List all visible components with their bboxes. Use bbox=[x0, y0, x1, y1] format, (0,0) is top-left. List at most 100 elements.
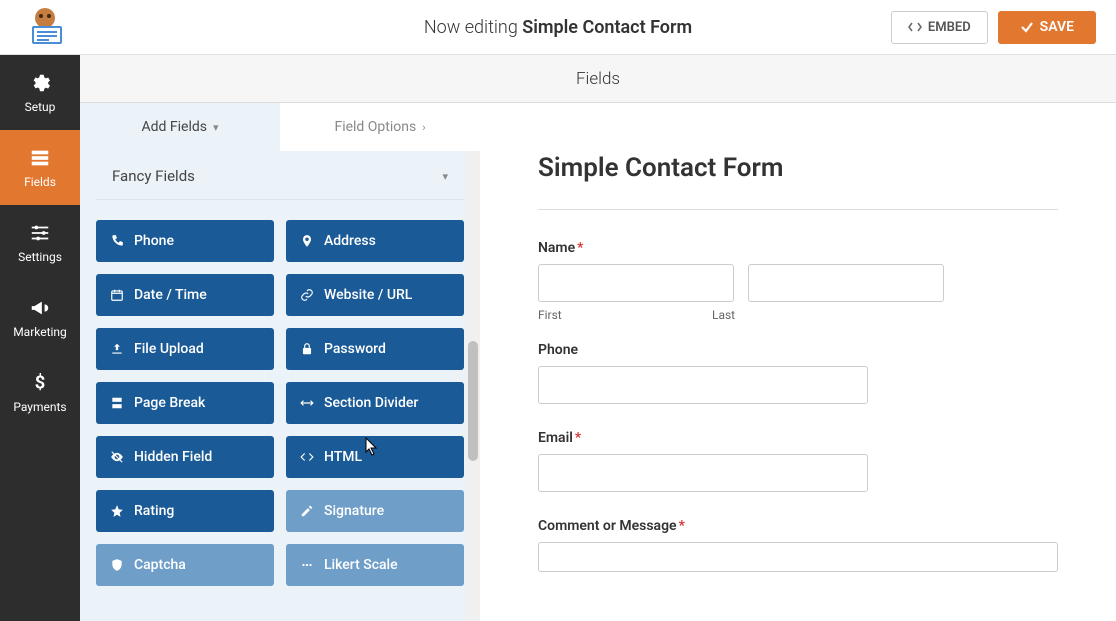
form-icon bbox=[29, 147, 51, 169]
section-fancy-fields[interactable]: Fancy Fields ▾ bbox=[96, 151, 464, 200]
topbar: Now editing Simple Contact Form EMBED SA… bbox=[0, 0, 1116, 55]
bullhorn-icon bbox=[29, 297, 51, 319]
sidebar-item-label: Settings bbox=[18, 250, 62, 264]
field-button-label: Page Break bbox=[134, 395, 205, 411]
code-icon bbox=[300, 450, 314, 464]
sidebar-item-label: Payments bbox=[13, 400, 66, 414]
name-sublabels: First Last bbox=[538, 308, 1058, 322]
preview-wrap: Simple Contact Form Name* First Last Pho… bbox=[480, 103, 1116, 621]
pagebreak-icon bbox=[110, 396, 124, 410]
label-name: Name* bbox=[538, 240, 1058, 256]
lock-icon bbox=[300, 342, 314, 356]
shield-icon bbox=[110, 558, 124, 572]
sidebar-item-setup[interactable]: Setup bbox=[0, 55, 80, 130]
field-button-hidden-field[interactable]: Hidden Field bbox=[96, 436, 274, 478]
field-button-website-url[interactable]: Website / URL bbox=[286, 274, 464, 316]
svg-text:$: $ bbox=[35, 372, 46, 393]
field-button-label: Captcha bbox=[134, 557, 186, 573]
form-preview: Simple Contact Form Name* First Last Pho… bbox=[480, 103, 1116, 621]
sidebar: Setup Fields Settings Marketing $ Paymen… bbox=[0, 55, 80, 621]
sidebar-item-label: Fields bbox=[24, 175, 56, 189]
upload-icon bbox=[110, 342, 124, 356]
chevron-down-icon: ▾ bbox=[213, 121, 219, 134]
field-button-label: Hidden Field bbox=[134, 449, 212, 465]
field-button-captcha[interactable]: Captcha bbox=[96, 544, 274, 586]
field-button-html[interactable]: HTML bbox=[286, 436, 464, 478]
calendar-icon bbox=[110, 288, 124, 302]
field-button-file-upload[interactable]: File Upload bbox=[96, 328, 274, 370]
content: Setup Fields Settings Marketing $ Paymen… bbox=[0, 55, 1116, 621]
topbar-title: Now editing Simple Contact Form bbox=[424, 17, 692, 38]
sidebar-item-fields[interactable]: Fields bbox=[0, 130, 80, 205]
sidebar-item-payments[interactable]: $ Payments bbox=[0, 355, 80, 430]
field-button-phone[interactable]: Phone bbox=[96, 220, 274, 262]
dollar-icon: $ bbox=[29, 372, 51, 394]
field-button-date-time[interactable]: Date / Time bbox=[96, 274, 274, 316]
field-button-likert-scale[interactable]: Likert Scale bbox=[286, 544, 464, 586]
field-button-label: Section Divider bbox=[324, 395, 418, 411]
tab-field-options[interactable]: Field Options › bbox=[280, 103, 480, 151]
wpforms-logo-icon bbox=[24, 6, 66, 48]
field-button-label: Likert Scale bbox=[324, 557, 398, 573]
first-name-input[interactable] bbox=[538, 264, 734, 302]
field-button-password[interactable]: Password bbox=[286, 328, 464, 370]
field-button-rating[interactable]: Rating bbox=[96, 490, 274, 532]
field-button-label: Rating bbox=[134, 503, 174, 519]
section-label: Fancy Fields bbox=[112, 167, 195, 185]
eyeoff-icon bbox=[110, 450, 124, 464]
last-sublabel: Last bbox=[712, 308, 735, 322]
email-input[interactable] bbox=[538, 454, 868, 492]
app-logo bbox=[0, 6, 90, 48]
sidebar-item-settings[interactable]: Settings bbox=[0, 205, 80, 280]
fields-panel: Add Fields ▾ Field Options › Fancy Field… bbox=[80, 103, 480, 621]
field-grid: Phone Address Date / Time Website / URL File… bbox=[80, 200, 480, 606]
save-button[interactable]: SAVE bbox=[998, 11, 1096, 44]
phone-input[interactable] bbox=[538, 366, 868, 404]
sidebar-item-label: Marketing bbox=[13, 325, 67, 339]
sidebar-item-label: Setup bbox=[25, 100, 56, 114]
label-comment: Comment or Message* bbox=[538, 518, 1058, 534]
field-button-label: Address bbox=[324, 233, 376, 249]
scroll-thumb[interactable] bbox=[468, 341, 478, 461]
divider-icon bbox=[300, 396, 314, 410]
check-icon bbox=[1020, 20, 1034, 34]
comment-input[interactable] bbox=[538, 542, 1058, 572]
field-button-label: Phone bbox=[134, 233, 174, 249]
form-title: Simple Contact Form bbox=[538, 153, 1058, 183]
embed-button[interactable]: EMBED bbox=[891, 11, 988, 44]
field-button-page-break[interactable]: Page Break bbox=[96, 382, 274, 424]
field-button-section-divider[interactable]: Section Divider bbox=[286, 382, 464, 424]
preview-area: Simple Contact Form Name* First Last Pho… bbox=[480, 103, 1116, 621]
tab-label: Field Options bbox=[334, 119, 416, 135]
topbar-actions: EMBED SAVE bbox=[891, 11, 1116, 44]
divider bbox=[538, 209, 1058, 210]
dots-icon bbox=[300, 558, 314, 572]
code-icon bbox=[908, 20, 922, 34]
chevron-down-icon: ▾ bbox=[442, 170, 448, 183]
field-button-label: Date / Time bbox=[134, 287, 207, 303]
fields-header: Fields bbox=[80, 55, 1116, 103]
sidebar-item-marketing[interactable]: Marketing bbox=[0, 280, 80, 355]
link-icon bbox=[300, 288, 314, 302]
tabs: Add Fields ▾ Field Options › bbox=[80, 103, 480, 151]
gear-icon bbox=[29, 72, 51, 94]
field-button-label: Password bbox=[324, 341, 386, 357]
scrollbar[interactable] bbox=[466, 151, 480, 621]
label-email: Email* bbox=[538, 430, 1058, 446]
first-sublabel: First bbox=[538, 308, 698, 322]
star-icon bbox=[110, 504, 124, 518]
name-row bbox=[538, 264, 1058, 302]
tab-add-fields[interactable]: Add Fields ▾ bbox=[80, 103, 280, 151]
sliders-icon bbox=[29, 222, 51, 244]
pin-icon bbox=[300, 234, 314, 248]
field-button-signature[interactable]: Signature bbox=[286, 490, 464, 532]
field-button-address[interactable]: Address bbox=[286, 220, 464, 262]
phone-icon bbox=[110, 234, 124, 248]
field-button-label: HTML bbox=[324, 449, 362, 465]
label-phone: Phone bbox=[538, 342, 1058, 358]
last-name-input[interactable] bbox=[748, 264, 944, 302]
chevron-right-icon: › bbox=[422, 121, 425, 134]
field-button-label: Signature bbox=[324, 503, 384, 519]
field-button-label: Website / URL bbox=[324, 287, 412, 303]
pencil-icon bbox=[300, 504, 314, 518]
